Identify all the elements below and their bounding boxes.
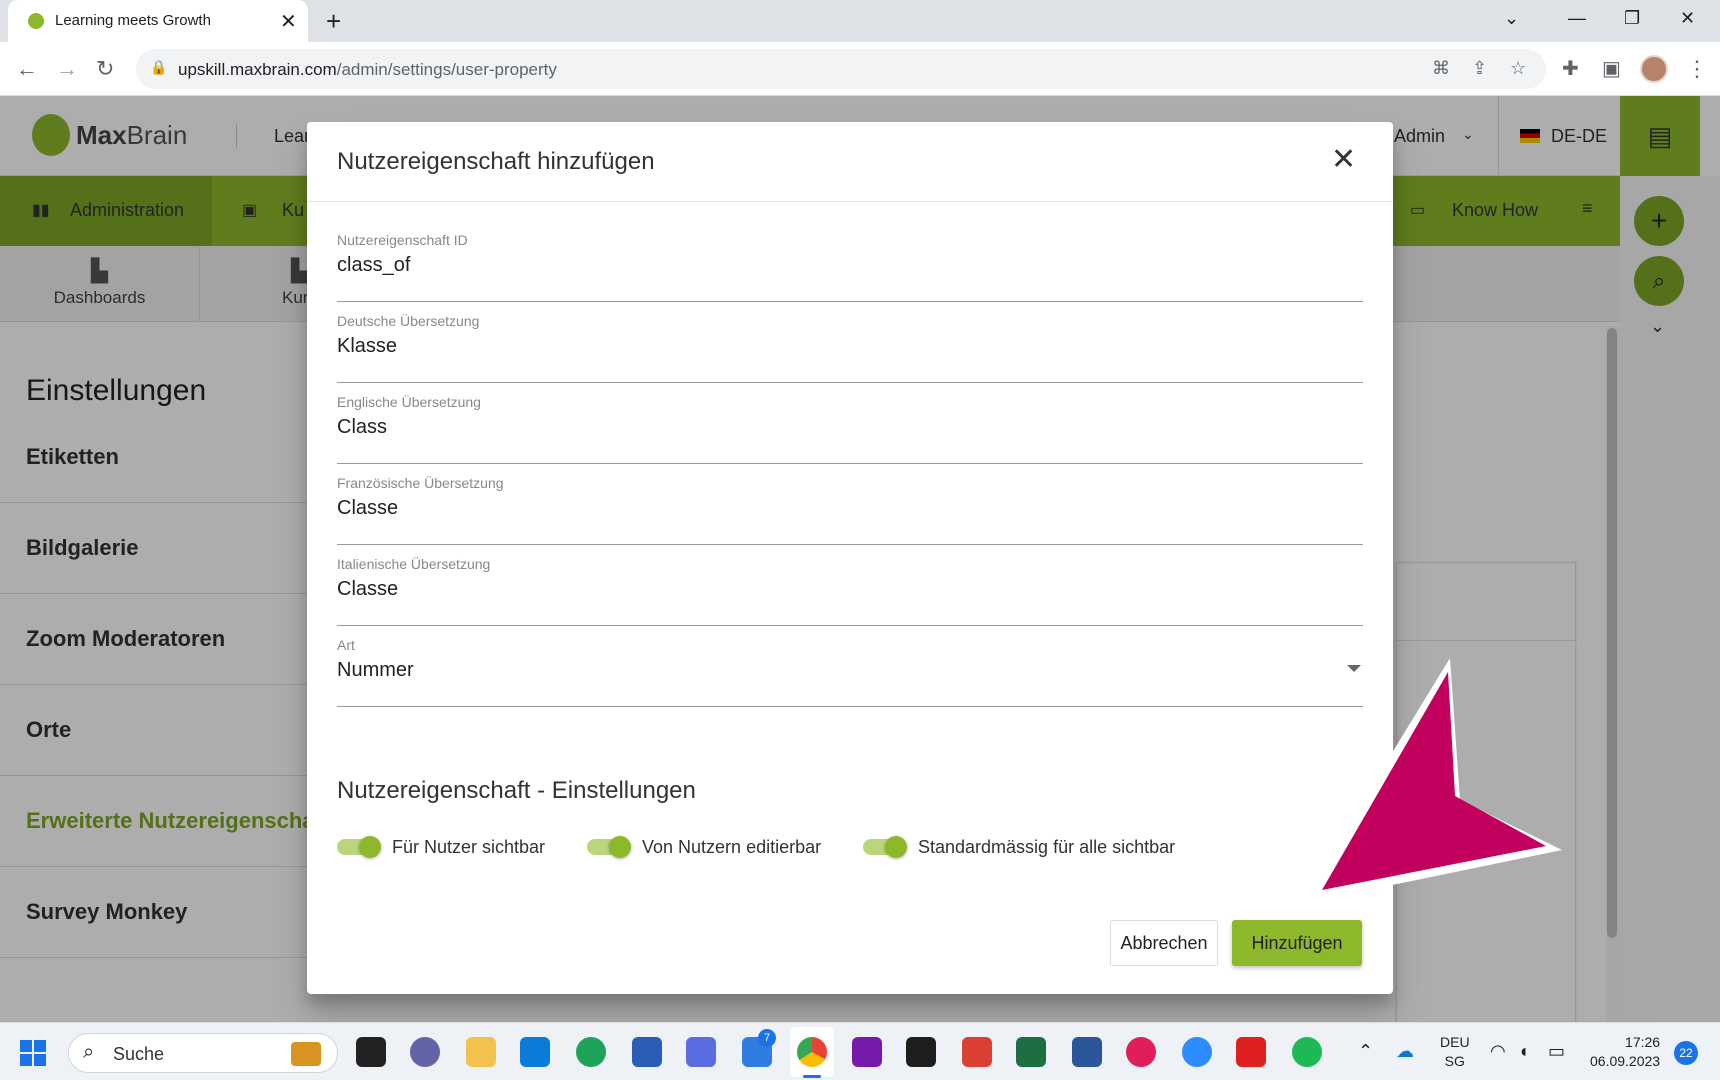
chrome-icon[interactable] <box>797 1037 827 1067</box>
zoom-icon[interactable] <box>1182 1037 1212 1067</box>
notifications-badge[interactable]: 22 <box>1674 1041 1698 1065</box>
windows-taskbar: ⌕ Suche 7 ⌃ ☁ DEU SG ◠ ◖ ▭ 17:26 06.09.2… <box>0 1022 1720 1080</box>
onedrive-icon[interactable]: ☁ <box>1396 1041 1414 1062</box>
b-app-icon[interactable] <box>1236 1037 1266 1067</box>
annotation-arrow <box>1300 658 1562 904</box>
back-icon[interactable]: ← <box>16 56 38 82</box>
clock[interactable]: 17:26 06.09.2023 <box>1590 1033 1660 1071</box>
german-translation-field[interactable]: Deutsche Übersetzung Klasse <box>337 313 1363 383</box>
tab-search-icon[interactable]: ⌄ <box>1504 8 1519 29</box>
excel-icon[interactable] <box>1016 1037 1046 1067</box>
chevron-up-icon[interactable]: ⌃ <box>1358 1041 1373 1062</box>
todoist-icon[interactable] <box>962 1037 992 1067</box>
close-icon[interactable]: ✕ <box>1331 142 1356 177</box>
notification-badge: 7 <box>758 1029 776 1047</box>
tab-title: Learning meets Growth <box>55 12 211 29</box>
italian-translation-field[interactable]: Italienische Übersetzung Classe <box>337 556 1363 626</box>
side-panel-icon[interactable]: ▣ <box>1602 56 1621 81</box>
dialog-header: Nutzereigenschaft hinzufügen ✕ <box>307 122 1393 202</box>
restore-icon[interactable]: ❐ <box>1624 8 1640 29</box>
edge-icon[interactable] <box>576 1037 606 1067</box>
bookmark-star-icon[interactable]: ☆ <box>1510 58 1526 79</box>
l-app-icon[interactable] <box>520 1037 550 1067</box>
visible-to-users-toggle[interactable]: Für Nutzer sichtbar <box>337 832 557 862</box>
toggle-switch[interactable] <box>587 836 633 858</box>
default-visible-toggle[interactable]: Standardmässig für alle sichtbar <box>863 832 1183 862</box>
slack-icon[interactable] <box>1126 1037 1156 1067</box>
cancel-button[interactable]: Abbrechen <box>1110 920 1218 966</box>
file-explorer-icon[interactable] <box>466 1037 496 1067</box>
translate-icon[interactable]: ⌘ <box>1432 58 1450 79</box>
property-id-field[interactable]: Nutzereigenschaft ID class_of <box>337 232 1363 302</box>
windows-start-icon[interactable] <box>20 1040 46 1066</box>
url-text[interactable]: upskill.maxbrain.com/admin/settings/user… <box>178 60 557 80</box>
new-tab-button[interactable]: + <box>326 6 341 37</box>
battery-icon[interactable]: ▭ <box>1548 1041 1565 1062</box>
word-icon[interactable] <box>1072 1037 1102 1067</box>
search-icon: ⌕ <box>83 1041 95 1063</box>
dialog-title: Nutzereigenschaft hinzufügen <box>337 148 655 175</box>
spotify-icon[interactable] <box>1292 1037 1322 1067</box>
store-icon[interactable] <box>632 1037 662 1067</box>
minimize-icon[interactable]: — <box>1568 8 1586 29</box>
profile-avatar[interactable] <box>1640 55 1668 83</box>
affinity-icon[interactable] <box>686 1037 716 1067</box>
figma-icon[interactable] <box>906 1037 936 1067</box>
address-bar[interactable]: 🔒 upskill.maxbrain.com/admin/settings/us… <box>136 49 1546 89</box>
french-translation-field[interactable]: Französische Übersetzung Classe <box>337 475 1363 545</box>
wifi-icon[interactable]: ◠ <box>1490 1041 1506 1062</box>
settings-heading: Nutzereigenschaft - Einstellungen <box>337 777 696 804</box>
toggle-switch[interactable] <box>863 836 909 858</box>
volume-icon[interactable]: ◖ <box>1518 1041 1529 1062</box>
forward-icon[interactable]: → <box>56 56 78 82</box>
input-language[interactable]: DEU SG <box>1440 1033 1470 1071</box>
browser-tab-bar: Learning meets Growth ✕ + ⌄ — ❐ ✕ <box>0 0 1720 42</box>
browser-toolbar: ← → ↻ 🔒 upskill.maxbrain.com/admin/setti… <box>0 42 1720 96</box>
favicon-icon <box>28 13 44 29</box>
browser-menu-icon[interactable]: ⋮ <box>1686 56 1708 82</box>
add-user-property-dialog: Nutzereigenschaft hinzufügen ✕ Nutzereig… <box>307 122 1393 994</box>
toggle-switch[interactable] <box>337 836 383 858</box>
english-translation-field[interactable]: Englische Übersetzung Class <box>337 394 1363 464</box>
active-indicator <box>803 1075 821 1078</box>
share-icon[interactable]: ⇪ <box>1472 58 1487 79</box>
taskbar-search[interactable]: ⌕ Suche <box>68 1033 338 1073</box>
add-button[interactable]: Hinzufügen <box>1232 920 1362 966</box>
extensions-icon[interactable]: ✚ <box>1562 56 1579 81</box>
browser-tab[interactable]: Learning meets Growth ✕ <box>8 0 308 42</box>
teams-icon[interactable] <box>410 1037 440 1067</box>
briefcase-icon <box>291 1042 321 1066</box>
editable-by-users-toggle[interactable]: Von Nutzern editierbar <box>587 832 827 862</box>
onenote-icon[interactable] <box>852 1037 882 1067</box>
task-view-icon[interactable] <box>356 1037 386 1067</box>
type-select[interactable]: Art Nummer <box>337 637 1363 707</box>
tab-close-icon[interactable]: ✕ <box>280 9 297 34</box>
reload-icon[interactable]: ↻ <box>96 56 114 82</box>
lock-icon[interactable]: 🔒 <box>150 59 167 76</box>
window-close-icon[interactable]: ✕ <box>1680 8 1695 29</box>
